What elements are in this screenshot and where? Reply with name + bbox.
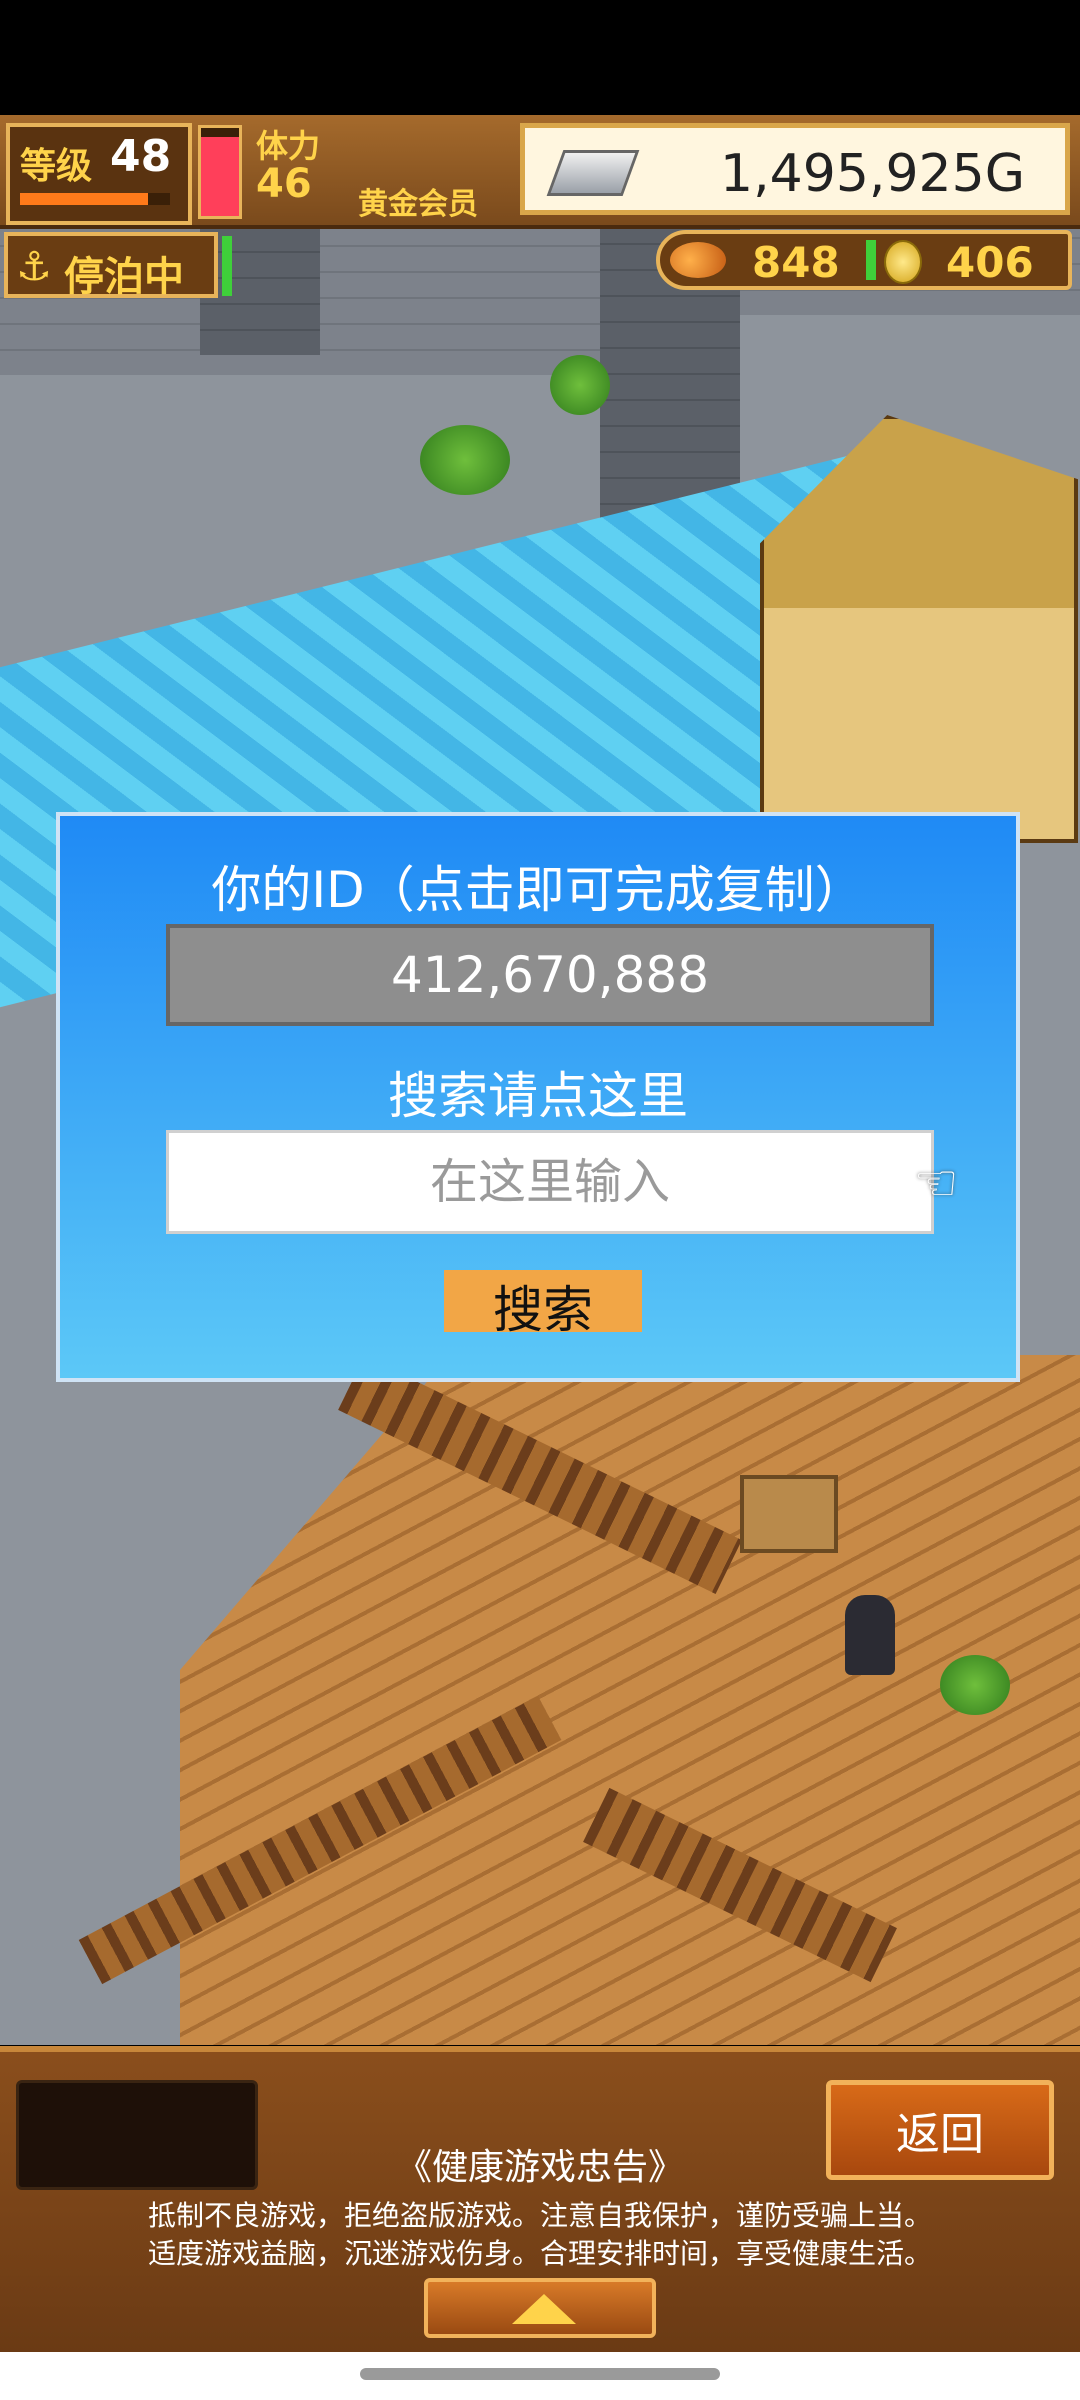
search-button[interactable]: 搜索 [444, 1270, 642, 1339]
docked-status-text: 停泊中 [64, 254, 184, 300]
anchor-icon: ⚓ [16, 244, 52, 290]
level-panel: 等级 48 [6, 123, 192, 225]
level-label: 等级 [20, 146, 93, 187]
fish-count: 848 [752, 238, 840, 287]
exp-bar-fill [20, 193, 148, 205]
home-indicator[interactable] [360, 2368, 720, 2380]
status-bar [0, 0, 1080, 115]
status-indicator [222, 236, 232, 296]
docked-status-badge[interactable]: ⚓ 停泊中 [4, 232, 218, 300]
fish-icon [670, 242, 726, 278]
stamina-gauge [198, 125, 242, 219]
bottom-panel: 返回 《健康游戏忠告》 抵制不良游戏，拒绝盗版游戏。注意自我保护，谨防受骗上当。… [0, 2046, 1080, 2358]
resource-bar: 848 406 [656, 230, 1072, 290]
stamina-value: 46 [256, 161, 312, 207]
friend-search-dialog: 你的ID（点击即可完成复制） 412,670,888 搜索请点这里 ☜ 搜索 [56, 812, 1020, 1382]
pointing-hand-icon: ☜ [913, 1154, 959, 1212]
silver-bar-icon [546, 150, 640, 196]
up-triangle-icon [512, 2294, 576, 2324]
plant-creature[interactable] [940, 1655, 1010, 1715]
money-value: 1,495,925G [720, 144, 1025, 204]
user-id-box[interactable]: 412,670,888 [166, 924, 934, 1026]
expand-menu-button[interactable] [424, 2278, 656, 2338]
cargo-crate[interactable] [740, 1475, 838, 1553]
medal-icon [884, 240, 922, 284]
search-label: 搜索请点这里 [388, 1067, 688, 1125]
resource-divider [866, 240, 876, 280]
medal-count: 406 [946, 238, 1034, 287]
bush [550, 355, 610, 415]
navigation-bar [0, 2352, 1080, 2400]
dialog-title[interactable]: 你的ID（点击即可完成复制） [60, 850, 1016, 922]
stamina-gauge-fill [201, 136, 239, 216]
gold-member-label: 黄金会员 [358, 187, 478, 222]
health-advice-line-2: 适度游戏益脑，沉迷游戏伤身。合理安排时间，享受健康生活。 [147, 2237, 932, 2270]
health-advice-title: 《健康游戏忠告》 [395, 2147, 684, 2188]
money-panel[interactable]: 1,495,925G [520, 123, 1070, 215]
pirate-character[interactable] [845, 1595, 895, 1675]
search-input[interactable] [166, 1130, 934, 1234]
top-hud: 等级 48 体力 46 黄金会员 1,495,925G [0, 115, 1080, 229]
exp-bar [20, 193, 170, 205]
level-value: 48 [110, 131, 172, 182]
health-advice-line-1: 抵制不良游戏，拒绝盗版游戏。注意自我保护，谨防受骗上当。 [147, 2199, 932, 2232]
bush [420, 425, 510, 495]
